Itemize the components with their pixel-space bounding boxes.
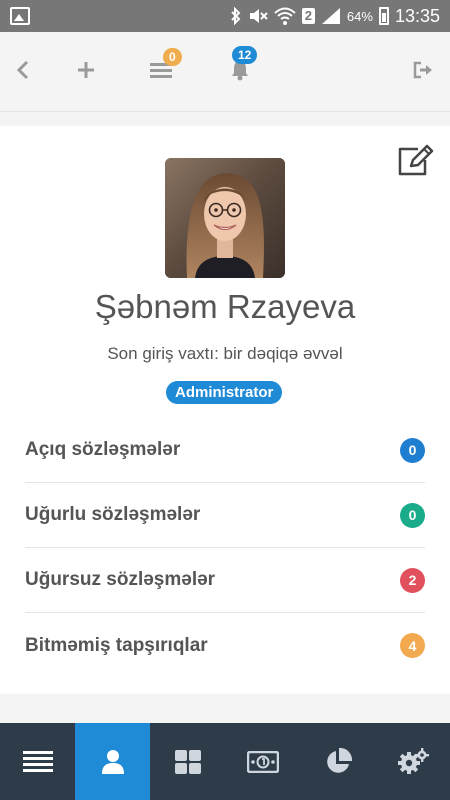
- notifications-button[interactable]: 12: [222, 46, 258, 88]
- clock: 13:35: [394, 5, 440, 26]
- user-icon: [101, 749, 124, 774]
- money-icon: [246, 750, 279, 773]
- mute-icon: [249, 9, 268, 23]
- list-item[interactable]: Bitməmiş tapşırıqlar 4: [25, 613, 425, 678]
- list-button[interactable]: 0: [143, 48, 182, 88]
- stat-count-badge: 0: [400, 437, 425, 463]
- gallery-icon: [10, 7, 30, 25]
- settings-icon: [397, 747, 429, 774]
- back-icon: [16, 60, 29, 80]
- nav-reports[interactable]: [300, 723, 375, 800]
- stat-count-badge: 4: [400, 633, 425, 658]
- logout-button[interactable]: [405, 52, 441, 88]
- edit-icon: [398, 144, 434, 176]
- add-icon: [78, 62, 94, 78]
- nav-menu[interactable]: [0, 723, 75, 800]
- back-button[interactable]: [5, 52, 41, 88]
- battery-icon: [378, 7, 389, 25]
- list-badge: 0: [163, 48, 182, 66]
- logout-icon: [413, 61, 432, 79]
- stat-label: Açıq sözləşmələr: [25, 439, 181, 460]
- list-item[interactable]: Uğurlu sözləşmələr 0: [25, 483, 425, 548]
- battery-percent: 64%: [346, 8, 373, 24]
- profile-name: Şəbnəm Rzayeva: [94, 288, 356, 325]
- bluetooth-icon: [230, 7, 241, 25]
- status-bar: 2 64% 13:35: [0, 0, 450, 32]
- stat-label: Uğursuz sözləşmələr: [25, 569, 216, 590]
- avatar-photo: [165, 158, 285, 278]
- nav-profile[interactable]: [75, 723, 150, 800]
- list-item[interactable]: Uğursuz sözləşmələr 2: [25, 548, 425, 613]
- nav-dashboard[interactable]: [150, 723, 225, 800]
- nav-settings[interactable]: [375, 723, 450, 800]
- grid-icon: [174, 749, 201, 774]
- stat-label: Uğurlu sözləşmələr: [25, 504, 201, 525]
- stat-label: Bitməmiş tapşırıqlar: [25, 634, 208, 656]
- stat-count-badge: 0: [400, 502, 425, 528]
- add-button[interactable]: [68, 52, 104, 88]
- profile-card: Şəbnəm Rzayeva Son giriş vaxtı: bir dəqi…: [0, 126, 450, 694]
- pie-chart-icon: [326, 747, 352, 773]
- menu-icon: [22, 750, 53, 772]
- last-login-text: Son giriş vaxtı: bir dəqiqə əvvəl: [107, 344, 343, 363]
- signal-icon: [321, 8, 340, 24]
- role-badge: Administrator: [166, 381, 283, 404]
- list-item[interactable]: Açıq sözləşmələr 0: [25, 418, 425, 483]
- top-toolbar: 0 12: [0, 32, 450, 112]
- edit-profile-button[interactable]: [396, 144, 434, 182]
- sim-indicator: 2: [301, 8, 315, 24]
- bottom-nav: [0, 723, 450, 800]
- stat-count-badge: 2: [400, 567, 425, 593]
- notifications-badge: 12: [232, 46, 258, 64]
- nav-finance[interactable]: [225, 723, 300, 800]
- stats-list: Açıq sözləşmələr 0 Uğurlu sözləşmələr 0 …: [25, 418, 425, 678]
- wifi-icon: [274, 7, 296, 25]
